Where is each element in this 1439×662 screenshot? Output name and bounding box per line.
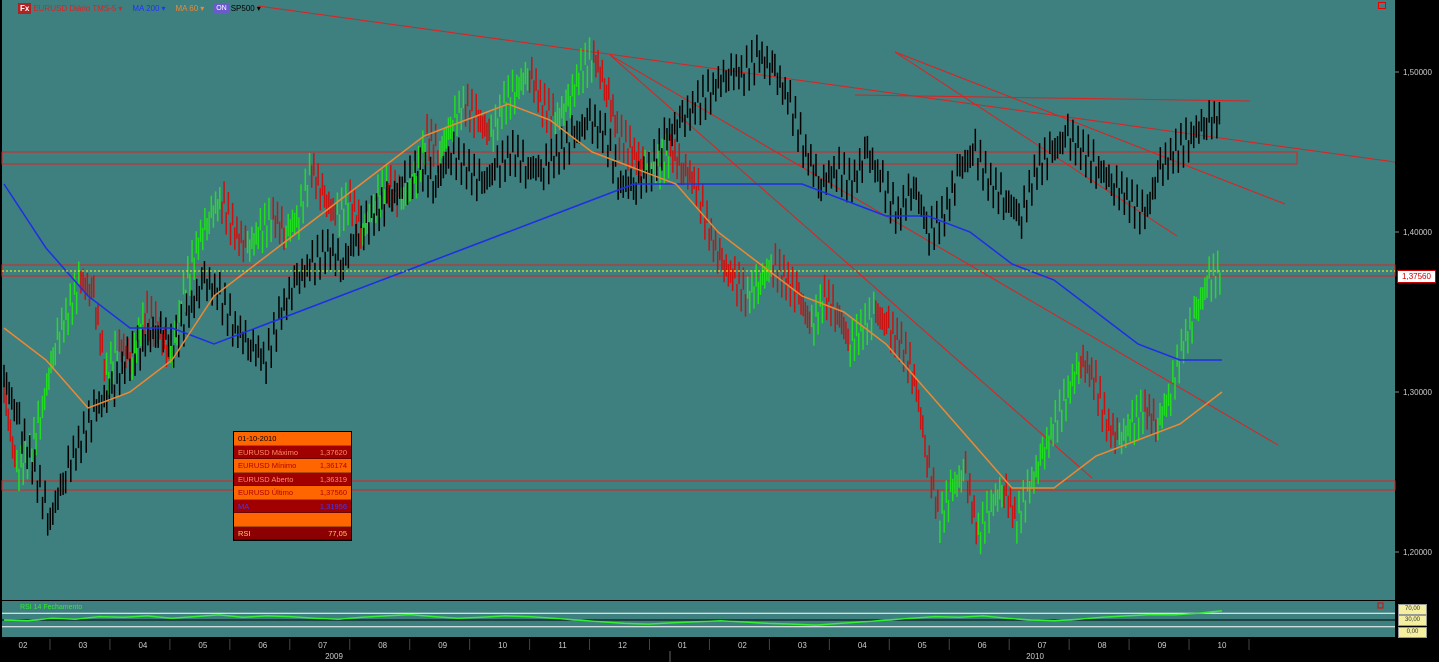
x-tick-label: 07 [1038,641,1047,650]
info-high-row: EURUSD Máximo 1,37620 [234,445,351,459]
year-label: 2009 [325,652,343,661]
info-low-row: EURUSD Mínimo 1,36174 [234,459,351,473]
legend-ma60-label: MA 60 [175,3,199,13]
rsi-level-tag: 70,00 [1398,604,1427,615]
info-date-row: 01-10-2010 [234,432,351,446]
legend-eurusd[interactable]: Fx EURUSD Diário TMS-5 ▾ [18,2,123,14]
chart-window: 1,20000 1,30000 1,40000 1,50000 RSI 14 Fecha… [0,0,1439,662]
chevron-down-icon: ▾ [161,3,166,13]
data-window: 01-10-2010 EURUSD Máximo 1,37620 EURUSD … [233,431,352,541]
x-tick-label: 07 [318,641,327,650]
x-tick-label: 04 [138,641,147,650]
chevron-down-icon: ▾ [256,3,261,13]
info-value: 77,05 [328,528,347,538]
x-tick-label: 08 [1098,641,1107,650]
info-rsi-row: RSI 77,05 [234,526,351,540]
y-tick-label: 1,20000 [1403,548,1432,557]
rsi-level-tag: 0,00 [1398,627,1427,638]
legend-eurusd-label: EURUSD Diário TMS-5 [33,3,117,13]
legend-sp500-label: SP500 [230,3,255,13]
info-value: 1,36319 [319,474,347,484]
info-label: MA [238,501,250,511]
legend-ma200[interactable]: MA 200 ▾ [132,4,165,13]
info-label: EURUSD Último [238,488,294,497]
info-value: 1,37560 [319,488,347,497]
info-value: 1,37620 [319,447,347,457]
close-icon[interactable] [1378,2,1386,9]
info-label: EURUSD Aberto [238,474,294,484]
chevron-down-icon: ▾ [118,3,123,13]
x-tick-label: 05 [198,641,207,650]
info-label: RSI [238,528,251,538]
x-tick-label: 03 [798,641,807,650]
chevron-down-icon: ▾ [200,3,205,13]
x-tick-label: 11 [558,641,567,650]
x-tick-label: 09 [1158,641,1167,650]
current-price-tag: 1,37560 [1397,270,1436,283]
legend-sp500[interactable]: ON SP500 ▾ [214,2,261,14]
fx-icon: Fx [18,2,32,14]
legend-ma60[interactable]: MA 60 ▾ [176,4,205,13]
rsi-title: RSI 14 Fechamento [20,604,82,611]
info-open-row: EURUSD Aberto 1,36319 [234,472,351,486]
x-tick-label: 05 [918,641,927,650]
y-tick-label: 1,30000 [1403,388,1432,397]
x-tick-label: 02 [738,641,747,650]
y-tick-label: 1,50000 [1403,68,1432,77]
info-label: EURUSD Máximo [238,447,299,457]
x-tick-label: 10 [1218,641,1227,650]
info-empty-row [234,513,351,527]
x-tick-label: 08 [378,641,387,650]
info-ma-row: MA 1,31956 [234,499,351,513]
x-tick-label: 06 [258,641,267,650]
year-label: 2010 [1026,652,1044,661]
rsi-level-tag: 30,00 [1398,615,1427,626]
info-value: 1,31956 [319,501,347,511]
info-label: EURUSD Mínimo [238,461,297,470]
x-tick-label: 09 [438,641,447,650]
overlay-icon: ON [214,2,229,14]
info-date: 01-10-2010 [238,434,277,443]
x-tick-label: 03 [78,641,87,650]
rsi-panel [2,601,1395,637]
x-tick-label: 01 [678,641,687,650]
legend-ma200-label: MA 200 [132,3,160,13]
x-tick-label: 12 [618,641,627,650]
x-tick-label: 06 [978,641,987,650]
x-tick-label: 04 [858,641,867,650]
y-tick-label: 1,40000 [1403,228,1432,237]
x-tick-label: 02 [19,641,28,650]
x-tick-label: 10 [498,641,507,650]
price-chart[interactable]: 1,20000 1,30000 1,40000 1,50000 RSI 14 Fecha… [0,0,1439,662]
chart-legend: Fx EURUSD Diário TMS-5 ▾ MA 200 ▾ MA 60 … [18,2,261,14]
info-value: 1,36174 [319,461,347,470]
info-close-row: EURUSD Último 1,37560 [234,486,351,500]
